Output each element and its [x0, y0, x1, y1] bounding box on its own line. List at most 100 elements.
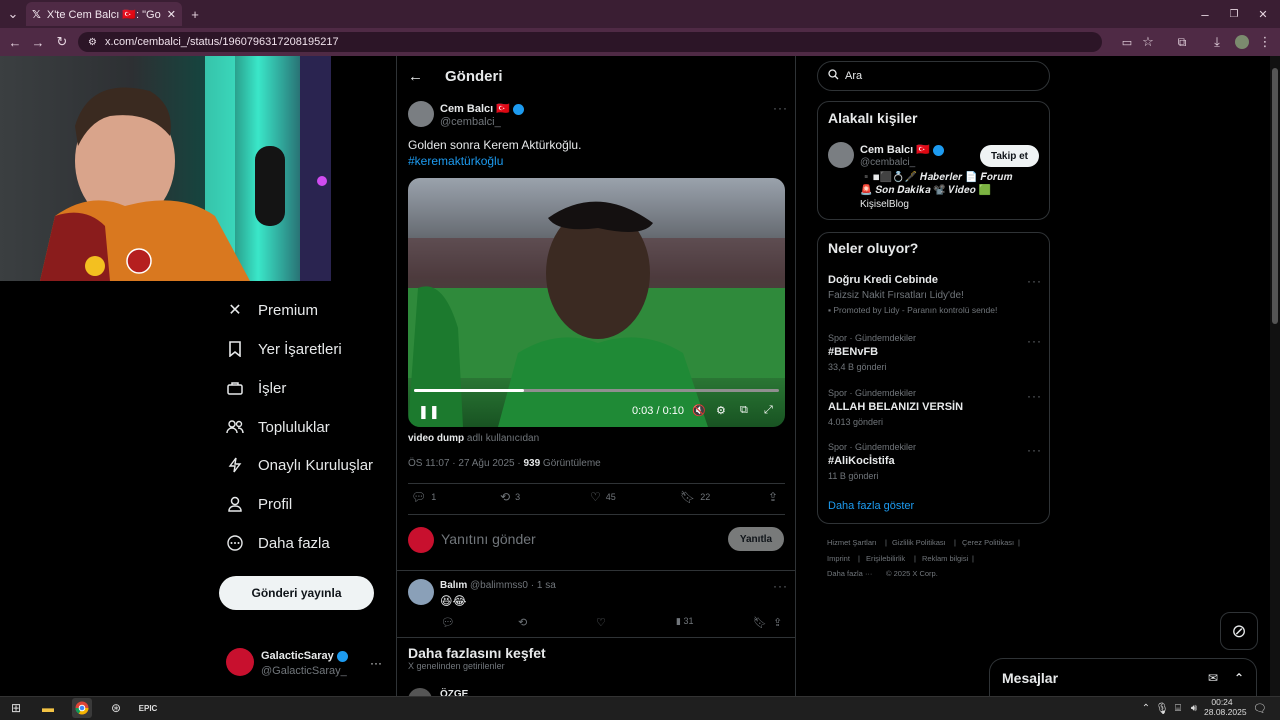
- download-icon[interactable]: ⤓: [1208, 33, 1226, 51]
- reply-more-icon[interactable]: ···: [773, 579, 788, 593]
- bookmark-action[interactable]: 🔖︎ 22: [680, 490, 710, 504]
- related-avatar[interactable]: [828, 142, 854, 168]
- settings-gear-icon[interactable]: ⚙: [716, 404, 726, 417]
- reply-retweet-icon[interactable]: ⟲: [518, 616, 527, 629]
- notification-icon[interactable]: 🗨︎: [1250, 698, 1270, 718]
- account-menu-icon[interactable]: ···: [370, 656, 382, 670]
- trend-item[interactable]: Spor · Gündemdekiler #BENvFB 33,4 B gönd…: [828, 333, 916, 372]
- footer-ads[interactable]: Reklam bilgisi: [922, 554, 968, 563]
- trend-more-icon[interactable]: ···: [1027, 334, 1042, 348]
- tweet-video[interactable]: ❚❚ 0:03 / 0:10 🔇 ⚙ ⧉ ⤢: [408, 178, 785, 427]
- footer-more[interactable]: Daha fazla ···: [827, 569, 872, 578]
- related-handle[interactable]: @cembalci_: [860, 157, 915, 168]
- reply-action[interactable]: 💬︎ 1: [411, 490, 436, 504]
- messages-drawer[interactable]: Mesajlar ✉ ⌃: [989, 658, 1257, 696]
- volume-icon[interactable]: 🔊︎: [1184, 698, 1204, 718]
- minimize-icon[interactable]: –: [1196, 5, 1214, 23]
- tweet-timestamp[interactable]: ÖS 11:07 · 27 Ağu 2025 ·: [408, 458, 521, 469]
- account-name-row[interactable]: GalacticSaray: [261, 650, 348, 662]
- reply-bookmark-icon[interactable]: 🔖︎: [753, 616, 767, 629]
- tweet-hashtag[interactable]: #keremaktürkoğlu: [408, 154, 503, 168]
- fullscreen-icon[interactable]: ⤢: [764, 404, 773, 417]
- trend-more-icon[interactable]: ···: [1027, 443, 1042, 457]
- nav-verified-orgs[interactable]: Onaylı Kuruluşlar: [226, 453, 373, 477]
- restore-icon[interactable]: ❐: [1225, 5, 1243, 23]
- window-close-icon[interactable]: ✕: [1254, 5, 1272, 23]
- trend-promo: ▪ Promoted by Lidy - Paranın kontrolü se…: [828, 305, 997, 315]
- nav-jobs[interactable]: İşler: [226, 376, 286, 400]
- video-credit-user[interactable]: video dump: [408, 433, 464, 444]
- reply-author-avatar[interactable]: [408, 579, 434, 605]
- trend-more-icon[interactable]: ···: [1027, 274, 1042, 288]
- related-name-row[interactable]: Cem Balcı 🇹🇷: [860, 143, 945, 156]
- nav-more[interactable]: Daha fazla: [226, 531, 330, 555]
- trend-count: 11 B gönderi: [828, 471, 879, 481]
- share-icon[interactable]: ⇪: [768, 490, 778, 504]
- extensions-icon[interactable]: ⧉: [1173, 33, 1191, 51]
- trend-item-promoted[interactable]: Doğru Kredi Cebinde Faizsiz Nakit Fırsat…: [828, 274, 997, 315]
- footer-cookies[interactable]: Çerez Politikası: [962, 538, 1014, 547]
- menu-kebab-icon[interactable]: ⋮: [1256, 33, 1274, 51]
- video-progress-track[interactable]: [414, 389, 779, 392]
- nav-profile[interactable]: Profil: [226, 492, 292, 516]
- heart-icon: ♡: [590, 490, 601, 504]
- grok-icon[interactable]: ⊘: [1220, 612, 1258, 650]
- chrome-icon[interactable]: [72, 698, 92, 718]
- reply-time[interactable]: · 1 sa: [531, 580, 556, 591]
- clock[interactable]: 00:24 28.08.2025: [1204, 697, 1247, 717]
- reply-author-handle[interactable]: @balimmss0: [470, 580, 528, 591]
- bookmark-star-icon[interactable]: ☆: [1139, 33, 1157, 51]
- reply-heart-icon[interactable]: ♡: [596, 616, 606, 629]
- tweet-more-icon[interactable]: ···: [773, 101, 788, 115]
- close-tab-icon[interactable]: ✕: [167, 8, 176, 21]
- post-button[interactable]: Gönderi yayınla: [219, 576, 374, 610]
- reply-reply-icon[interactable]: 💬︎: [441, 616, 455, 629]
- nav-communities[interactable]: Topluluklar: [226, 415, 330, 439]
- mute-icon[interactable]: 🔇: [692, 404, 706, 417]
- back-arrow-icon[interactable]: ←: [408, 68, 423, 85]
- footer-imprint[interactable]: Imprint: [827, 554, 850, 563]
- site-info-icon[interactable]: ⚙: [88, 37, 97, 48]
- reply-views-count: 31: [683, 616, 694, 626]
- reply-button[interactable]: Yanıtla: [728, 527, 784, 551]
- retweet-action[interactable]: ⟲ 3: [500, 490, 520, 504]
- footer-accessibility[interactable]: Erişilebilirlik: [866, 554, 905, 563]
- back-arrow-icon[interactable]: ←: [6, 33, 24, 51]
- account-avatar[interactable]: [226, 648, 254, 676]
- footer-terms[interactable]: Hizmet Şartları: [827, 538, 877, 547]
- trend-item[interactable]: Spor · Gündemdekiler #AliKocİstifa 11 B …: [828, 442, 916, 481]
- picture-in-picture-icon[interactable]: ⧉: [740, 404, 748, 417]
- trend-item[interactable]: Spor · Gündemdekiler ALLAH BELANIZI VERS…: [828, 388, 963, 427]
- nav-premium[interactable]: ✕ Premium: [226, 298, 318, 322]
- author-handle[interactable]: @cembalci_: [440, 116, 501, 128]
- scrollbar-thumb[interactable]: [1272, 68, 1278, 324]
- windows-start-icon[interactable]: ⊞: [6, 698, 26, 718]
- reply-share-icon[interactable]: ⇪: [773, 616, 782, 629]
- reply-views[interactable]: ▮ 31: [676, 616, 693, 627]
- show-more-link[interactable]: Daha fazla göster: [828, 500, 914, 512]
- author-avatar[interactable]: [408, 101, 434, 127]
- tab-list-chevron-icon[interactable]: ⌄: [4, 5, 22, 23]
- profile-avatar-icon[interactable]: [1235, 35, 1249, 49]
- url-field[interactable]: ⚙ x.com/cembalci_/status/196079631720819…: [78, 32, 1102, 52]
- reload-icon[interactable]: ↻: [53, 33, 71, 51]
- author-name-row[interactable]: Cem Balcı 🇹🇷: [440, 102, 525, 115]
- search-input[interactable]: Ara: [817, 61, 1050, 91]
- expand-chevrons-icon[interactable]: ⌃: [1234, 671, 1244, 685]
- nav-bookmarks[interactable]: Yer İşaretleri: [226, 337, 342, 361]
- footer-privacy[interactable]: Gizlilik Politikası: [892, 538, 946, 547]
- new-tab-plus-icon[interactable]: +: [186, 5, 204, 23]
- reply-author-name[interactable]: Balım: [440, 580, 467, 591]
- like-action[interactable]: ♡ 45: [590, 490, 616, 504]
- new-message-icon[interactable]: ✉: [1208, 671, 1218, 685]
- trend-more-icon[interactable]: ···: [1027, 389, 1042, 403]
- follow-button[interactable]: Takip et: [980, 145, 1039, 167]
- steam-icon[interactable]: ⊛: [106, 698, 126, 718]
- browser-tab[interactable]: 𝕏 X'te Cem Balcı 🇹🇷: "Golden sonra ✕: [26, 2, 182, 26]
- file-explorer-icon[interactable]: ▬: [38, 698, 58, 718]
- epic-games-icon[interactable]: EPIC: [138, 698, 158, 718]
- cast-icon[interactable]: ▭: [1118, 33, 1136, 51]
- forward-arrow-icon[interactable]: →: [29, 33, 47, 51]
- pause-icon[interactable]: ❚❚: [418, 404, 440, 420]
- reply-input[interactable]: Yanıtını gönder: [441, 531, 536, 547]
